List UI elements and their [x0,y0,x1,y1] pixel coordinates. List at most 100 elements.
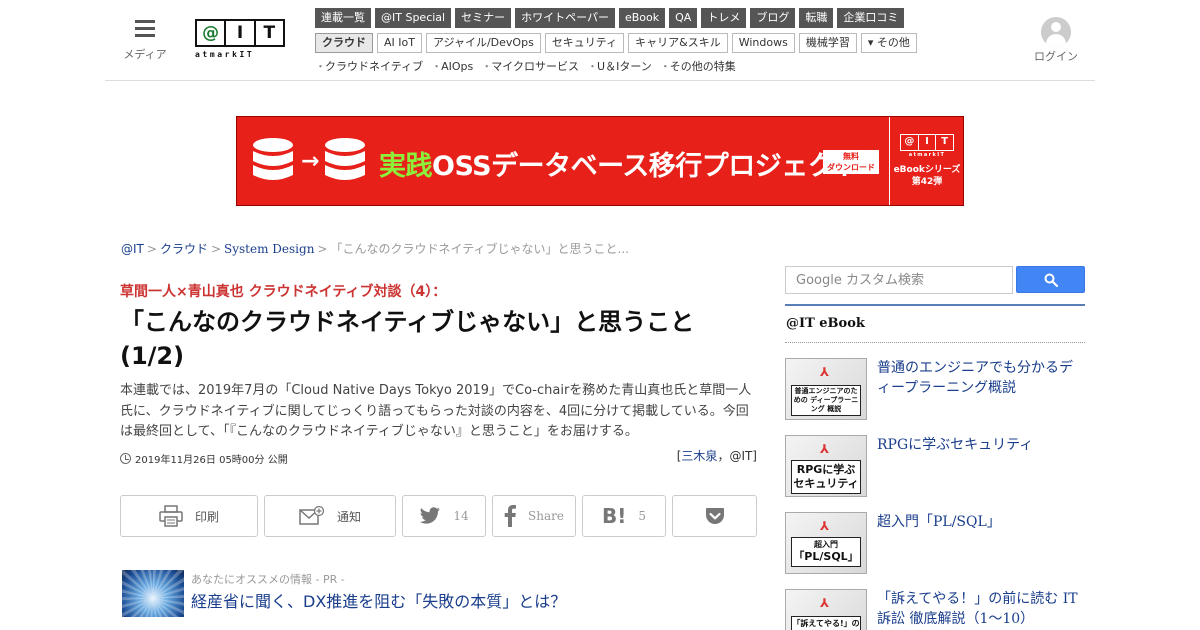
ebook-title-link[interactable]: 「訴えてやる！」の前に読む IT訴訟 徹底解説（1～10） [877,589,1085,629]
notify-label: 通知 [336,509,361,524]
breadcrumb-system-design[interactable]: System Design [224,242,314,256]
nav-special[interactable]: @IT Special [375,8,452,28]
banner-title-highlight: 実践 [379,151,433,182]
free-download-badge: 無料 ダウンロード [823,150,879,174]
login-button[interactable]: ログイン [1031,17,1081,64]
logo-at: @ [197,21,227,45]
ebook-cover: ⅄ 「訴えてやる!」の前に読む [785,589,867,630]
ebook-cover: ⅄ 超入門 「PL/SQL」 [785,512,867,574]
free-badge-line1: 無料 [843,152,859,161]
nav-other-features[interactable]: その他の特集 [660,58,736,74]
site-logo[interactable]: @ I T atmarkIT [195,19,285,61]
nav-agile-devops[interactable]: アジャイル/DevOps [425,33,541,53]
ebook-item[interactable]: ⅄ 超入門 「PL/SQL」 超入門「PL/SQL」 [785,512,1085,576]
nav-microservices[interactable]: マイクロサービス [481,58,579,74]
nav-ebook[interactable]: eBook [618,8,666,28]
pocket-icon [705,508,724,524]
database-icon [253,138,293,180]
pr-title-link[interactable]: 経産省に聞く、DX推進を阻む「失敗の本質」とは？ [191,588,566,612]
media-menu-button[interactable]: メディア [121,20,169,62]
pdf-icon: ⅄ [820,596,830,610]
nav-security[interactable]: セキュリティ [544,33,625,53]
pr-thumbnail[interactable] [122,570,184,617]
notify-button[interactable]: 通知 [264,495,396,537]
facebook-icon [504,505,517,527]
nav-ai-iot[interactable]: AI IoT [377,33,422,53]
nav-cloud-native[interactable]: クラウドネイティブ [315,58,423,74]
ebook-item[interactable]: ⅄ RPGに学ぶ セキュリティ RPGに学ぶセキュリティ [785,435,1085,499]
nav-cloud[interactable]: クラウド [315,33,373,53]
facebook-share-button[interactable]: Share [492,495,576,537]
nav-ml[interactable]: 機械学習 [798,33,857,53]
nav-aiops[interactable]: AIOps [431,58,473,74]
nav-blog[interactable]: ブログ [750,8,796,28]
ebook-title-link[interactable]: 普通のエンジニアでも分かるディープラーニング概説 [877,358,1085,398]
author-link[interactable]: 三木泉 [681,449,717,463]
printer-icon [159,505,183,527]
article-lede: 本連載では、2019年7月の「Cloud Native Days Tokyo 2… [120,383,752,439]
banner-series-panel: @ I T atmarkIT eBookシリーズ 第42弾 [889,117,963,205]
pdf-icon: ⅄ [820,519,830,533]
breadcrumb: @IT > クラウド > System Design > 「こんなのクラウドネイティブじゃな… [121,242,629,256]
search-input[interactable] [785,266,1013,294]
banner-title: 実践OSSデータベース移行プロジェクト [379,144,861,183]
article-author: [三木泉，@IT] [676,449,757,463]
nav-career[interactable]: キャリア&スキル [628,33,728,53]
clock-icon [120,453,131,464]
sidebar-divider [785,304,1085,306]
free-badge-line2: ダウンロード [827,163,875,172]
ebook-item[interactable]: ⅄ 「訴えてやる!」の前に読む 「訴えてやる！」の前に読む IT訴訟 徹底解説（… [785,589,1085,630]
tweet-button[interactable]: 14 [402,495,486,537]
nav-jobs[interactable]: 転職 [799,8,834,28]
ebook-title-link[interactable]: RPGに学ぶセキュリティ [877,435,1085,455]
nav-windows[interactable]: Windows [731,33,795,53]
hatena-bookmark-button[interactable]: B! 5 [582,495,666,537]
site-header: メディア @ I T atmarkIT 連載一覧 @IT Special セミナ… [105,0,1095,81]
pdf-icon: ⅄ [820,442,830,456]
breadcrumb-home[interactable]: @IT [121,242,144,256]
login-label: ログイン [1034,50,1078,63]
ebook-title-link[interactable]: 超入門「PL/SQL」 [877,512,1085,532]
ebook-ad-banner[interactable]: → 実践OSSデータベース移行プロジェクト 無料 ダウンロード @ I T at… [236,116,964,206]
banner-logo-sub: atmarkIT [908,152,946,158]
nav-ui-turn[interactable]: U＆Iターン [587,58,652,74]
logo-i: I [226,21,256,45]
logo-t: T [263,23,276,43]
logo-subtitle: atmarkIT [195,50,255,59]
ebook-item[interactable]: ⅄ 普通エンジニアのための ディープラーニング 概説 普通のエンジニアでも分かる… [785,358,1085,422]
pocket-button[interactable] [672,495,757,537]
nav-more-dropdown[interactable]: ▾ その他 [860,33,917,53]
banner-logo: @ I T [900,134,954,151]
search-button[interactable] [1016,266,1085,293]
primary-nav: 連載一覧 @IT Special セミナー ホワイトペーパー eBook QA … [315,8,905,28]
breadcrumb-cloud[interactable]: クラウド [160,242,208,256]
nav-company-reviews[interactable]: 企業口コミ [837,8,905,28]
article-headline: 「こんなのクラウドネイティブじゃない」と思うこと (1/2) [120,308,695,370]
ebook-cover: ⅄ 普通エンジニアのための ディープラーニング 概説 [785,358,867,420]
banner-title-rest: OSSデータベース移行プロジェクト [432,151,861,182]
nav-serials[interactable]: 連載一覧 [315,8,371,28]
facebook-share-label: Share [528,509,564,523]
arrow-icon: → [301,149,320,174]
publish-date-text: 2019年11月26日 05時00分 公開 [135,455,288,466]
nav-toreme[interactable]: トレメ [701,8,747,28]
ebook-divider [785,342,1085,343]
mail-plus-icon [299,506,325,525]
hatena-count: 5 [638,509,646,523]
banner-series: eBookシリーズ 第42弾 [893,165,961,187]
tertiary-nav: クラウドネイティブ AIOps マイクロサービス U＆Iターン その他の特集 [315,58,736,74]
pr-label: あなたにオススメの情報 - PR - [191,573,345,586]
publish-date: 2019年11月26日 05時00分 公開 [120,451,288,466]
twitter-icon [420,507,441,524]
database-icon [325,138,365,180]
hamburger-icon [135,20,155,38]
nav-whitepaper[interactable]: ホワイトペーパー [515,8,615,28]
secondary-nav: クラウド AI IoT アジャイル/DevOps セキュリティ キャリア&スキル… [315,33,917,53]
print-label: 印刷 [194,509,219,524]
nav-qa[interactable]: QA [669,8,698,28]
user-avatar-icon [1041,17,1071,47]
print-button[interactable]: 印刷 [120,495,258,537]
search-icon [1044,273,1058,287]
breadcrumb-current: 「こんなのクラウドネイティブじゃない」と思うこと... [330,242,629,256]
nav-seminar[interactable]: セミナー [455,8,512,28]
